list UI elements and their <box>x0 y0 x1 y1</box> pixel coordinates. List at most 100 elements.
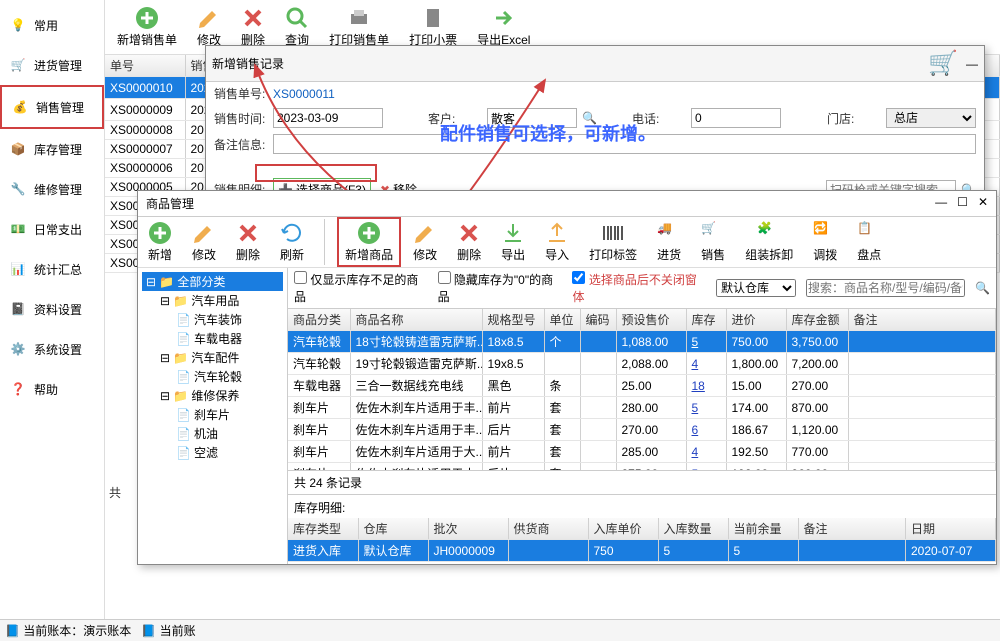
sidebar-item-stats[interactable]: 📊统计汇总 <box>0 249 104 289</box>
swap-icon: 🔁 <box>813 221 837 245</box>
pm-del-goods-button[interactable]: 删除 <box>451 219 487 265</box>
search-icon <box>285 6 309 30</box>
coin-icon: 💵 <box>8 219 28 239</box>
printer-icon <box>347 6 371 30</box>
tree-cargoods[interactable]: ⊟ 📁 汽车用品 <box>142 291 283 310</box>
gear-icon: ⚙️ <box>8 339 28 359</box>
tree-oil[interactable]: 📄 机油 <box>142 424 283 443</box>
pm-title: 商品管理 <box>146 195 194 212</box>
minimize-icon[interactable]: — <box>935 195 947 209</box>
goods-row[interactable]: 刹车片佐佐木刹车片适用于大...后片套275.005192.00960.00 <box>288 463 996 471</box>
goods-row[interactable]: 车载电器三合一数据线充电线黑色条25.001815.00270.00 <box>288 375 996 397</box>
delete-button[interactable]: 删除 <box>235 4 271 50</box>
new-sale-dialog: 新增销售记录 🛒 — 销售单号: XS0000011 销售时间: 客户: 🔍 电… <box>205 45 985 195</box>
goods-row[interactable]: 刹车片佐佐木刹车片适用于丰...前片套280.005174.00870.00 <box>288 397 996 419</box>
sidebar-item-help[interactable]: ❓帮助 <box>0 369 104 409</box>
status-bar: 📘 当前账本：演示账本 📘 当前账 <box>0 619 1000 641</box>
pm-add-cat-button[interactable]: 新增 <box>142 219 178 265</box>
tree-brake[interactable]: 📄 刹车片 <box>142 405 283 424</box>
stock-detail-table[interactable]: 库存类型仓库批次供货商入库单价入库数量当前余量备注日期 进货入库默认仓库JH00… <box>288 518 996 562</box>
goods-row[interactable]: 刹车片佐佐木刹车片适用于丰...后片套270.006186.671,120.00 <box>288 419 996 441</box>
sidebar-item-sales[interactable]: 💰销售管理 <box>0 85 104 129</box>
wh-select[interactable]: 默认仓库 <box>716 279 796 297</box>
pencil-icon <box>197 6 221 30</box>
goods-row[interactable]: 刹车片佐佐木刹车片适用于大...前片套285.004192.50770.00 <box>288 441 996 463</box>
pm-in-button[interactable]: 🚚进货 <box>651 219 687 265</box>
close-icon[interactable]: ✕ <box>978 195 988 209</box>
sidebar-item-repair[interactable]: 🔧维修管理 <box>0 169 104 209</box>
pm-import-button[interactable]: 导入 <box>539 219 575 265</box>
truck-icon: 🚚 <box>657 221 681 245</box>
bulb-icon: 💡 <box>8 15 28 35</box>
clipboard-icon: 📋 <box>857 221 881 245</box>
pm-edit-goods-button[interactable]: 修改 <box>407 219 443 265</box>
tree-carelec[interactable]: 📄 车载电器 <box>142 329 283 348</box>
filter-low-check[interactable]: 仅显示库存不足的商品 <box>294 271 428 305</box>
sale-date-input[interactable] <box>273 108 383 128</box>
sidebar-item-stock[interactable]: 📦库存管理 <box>0 129 104 169</box>
edit-button[interactable]: 修改 <box>191 4 227 50</box>
filter-close-check[interactable]: 选择商品后不关闭窗体 <box>572 271 706 305</box>
tree-all[interactable]: ⊟ 📁 全部分类 <box>142 272 283 291</box>
search-button[interactable]: 查询 <box>279 4 315 50</box>
pm-split-button[interactable]: 🧩组装拆卸 <box>739 219 799 265</box>
tree-maint[interactable]: ⊟ 📁 维修保养 <box>142 386 283 405</box>
print-button[interactable]: 打印销售单 <box>323 4 395 50</box>
search-icon[interactable]: 🔍 <box>582 111 597 125</box>
category-tree[interactable]: ⊟ 📁 全部分类 ⊟ 📁 汽车用品 📄 汽车装饰 📄 车载电器 ⊟ 📁 汽车配件… <box>138 268 288 564</box>
box-icon: 📦 <box>8 139 28 159</box>
export-button[interactable]: 导出Excel <box>471 4 536 50</box>
receipt-icon <box>421 6 445 30</box>
plus-icon <box>135 6 159 30</box>
goods-row[interactable]: 汽车轮毂19寸轮毂锻造雷克萨斯...19x8.52,088.0041,800.0… <box>288 353 996 375</box>
cart-icon: 🛒 <box>928 49 958 78</box>
tree-air[interactable]: 📄 空滤 <box>142 443 283 462</box>
note-input[interactable] <box>273 134 976 154</box>
filter-zero-check[interactable]: 隐藏库存为"0"的商品 <box>438 271 563 305</box>
search-icon[interactable]: 🔍 <box>975 281 990 295</box>
pm-sell-button[interactable]: 🛒销售 <box>695 219 731 265</box>
pm-refresh-button[interactable]: 刷新 <box>274 219 310 265</box>
goods-search-input[interactable] <box>806 279 965 297</box>
pm-label-button[interactable]: 打印标签 <box>583 219 643 265</box>
x-icon <box>236 221 260 245</box>
pencil-icon <box>413 221 437 245</box>
customer-input[interactable] <box>487 108 577 128</box>
book-icon: 📓 <box>8 299 28 319</box>
stock-detail-label: 库存明细: <box>294 499 345 516</box>
tree-carparts[interactable]: ⊟ 📁 汽车配件 <box>142 348 283 367</box>
pm-edit-cat-button[interactable]: 修改 <box>186 219 222 265</box>
sidebar-item-common[interactable]: 💡常用 <box>0 5 104 45</box>
plus-icon <box>357 221 381 245</box>
cube-icon: 🧩 <box>757 221 781 245</box>
stock-detail-row[interactable]: 进货入库默认仓库JH0000009750552020-07-07 <box>288 540 996 562</box>
x-icon <box>457 221 481 245</box>
sidebar-item-expense[interactable]: 💵日常支出 <box>0 209 104 249</box>
help-icon: ❓ <box>8 379 28 399</box>
x-icon <box>241 6 265 30</box>
sidebar-item-purchase[interactable]: 🛒进货管理 <box>0 45 104 85</box>
pm-del-cat-button[interactable]: 删除 <box>230 219 266 265</box>
sidebar-item-settings[interactable]: ⚙️系统设置 <box>0 329 104 369</box>
sidebar-item-data[interactable]: 📓资料设置 <box>0 289 104 329</box>
tree-cardeco[interactable]: 📄 汽车装饰 <box>142 310 283 329</box>
store-select[interactable]: 总店 <box>886 108 976 128</box>
add-sale-button[interactable]: 新增销售单 <box>111 4 183 50</box>
goods-row[interactable]: 汽车轮毂18寸轮毂铸造雷克萨斯...18x8.5个1,088.005750.00… <box>288 331 996 353</box>
barcode-icon <box>601 221 625 245</box>
goods-table[interactable]: 商品分类商品名称规格型号单位编码预设售价库存进价库存金额备注 汽车轮毂18寸轮毂… <box>288 309 996 470</box>
pm-check-button[interactable]: 📋盘点 <box>851 219 887 265</box>
ticket-button[interactable]: 打印小票 <box>403 4 463 50</box>
cart-icon: 🛒 <box>8 55 28 75</box>
pm-add-goods-button[interactable]: 新增商品 <box>339 219 399 265</box>
cash-icon: 💰 <box>10 97 30 117</box>
tree-wheel[interactable]: 📄 汽车轮毂 <box>142 367 283 386</box>
close-icon[interactable]: — <box>966 57 978 71</box>
export-icon <box>501 221 525 245</box>
pm-adjust-button[interactable]: 🔁调拨 <box>807 219 843 265</box>
plus-icon <box>148 221 172 245</box>
maximize-icon[interactable]: ☐ <box>957 195 968 209</box>
pm-export-button[interactable]: 导出 <box>495 219 531 265</box>
arrow-right-icon <box>492 6 516 30</box>
phone-input[interactable] <box>691 108 781 128</box>
